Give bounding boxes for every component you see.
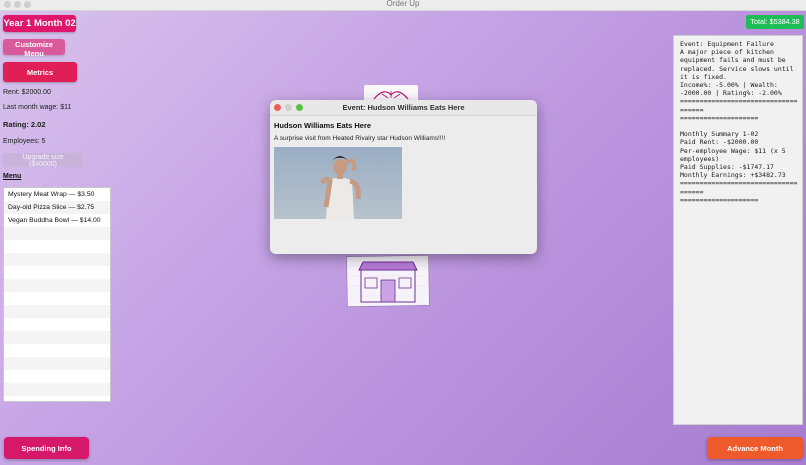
menu-item[interactable]: Vegan Buddha Bowl — $14.00 [4,214,110,227]
total-badge: Total: $5384.38 [746,15,804,29]
menu-item[interactable]: Day-old Pizza Slice — $2.75 [4,201,110,214]
event-dialog[interactable]: Event: Hudson Williams Eats Here Hudson … [270,100,537,254]
upgrade-size-button[interactable]: Upgrade size ($40000) [3,153,83,168]
dialog-titlebar: Event: Hudson Williams Eats Here [270,100,537,116]
dialog-title: Event: Hudson Williams Eats Here [342,103,465,112]
window-title: Order Up [386,0,420,8]
window-titlebar: Order Up [0,0,806,11]
dialog-heading: Hudson Williams Eats Here [274,121,372,130]
menu-title: Menu [3,173,22,180]
rent-text: Rent: $2000.00 [3,89,51,96]
customize-menu-button[interactable]: Customize Menu [3,39,65,58]
spending-info-button[interactable]: Spending Info [4,437,89,459]
metrics-button[interactable]: Metrics [3,62,77,82]
event-log-text: Event: Equipment Failure A major piece o… [680,40,798,204]
dialog-description: A surprise visit from Heated Rivalry sta… [274,135,446,142]
year-month-badge: Year 1 Month 02 [3,15,76,32]
menu-list[interactable]: Mystery Meat Wrap — $3.50 Day-old Pizza … [3,187,111,402]
advance-month-button[interactable]: Advance Month [707,437,803,459]
restaurant-building-image [346,254,430,308]
last-month-wage-text: Last month wage: $11 [3,104,72,111]
event-log-panel[interactable]: Event: Equipment Failure A major piece o… [673,35,803,425]
employees-text: Employees: 5 [3,138,46,145]
rating-text: Rating: 2.02 [3,120,46,129]
event-photo [274,147,402,219]
menu-item[interactable]: Mystery Meat Wrap — $3.50 [4,188,110,201]
